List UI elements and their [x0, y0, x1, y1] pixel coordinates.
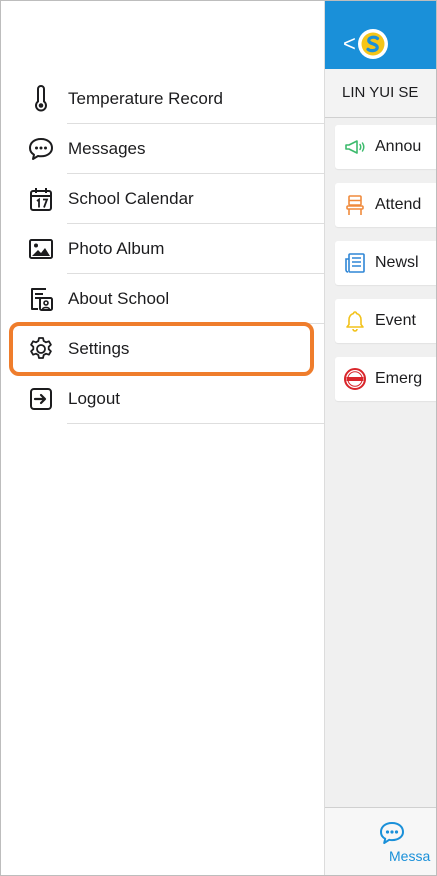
- module-newsletter[interactable]: Newsl: [335, 241, 436, 285]
- module-label: Event: [375, 312, 416, 329]
- app-window: Temperature Record Messages School Calen…: [0, 0, 437, 876]
- menu-item-photo-album[interactable]: Photo Album: [1, 224, 324, 274]
- messages-tab-icon[interactable]: [377, 818, 407, 848]
- school-name-bar: LIN YUI SE: [325, 69, 436, 118]
- newsletter-icon: [343, 251, 367, 275]
- menu-item-label: School Calendar: [68, 189, 194, 208]
- module-label: Annou: [375, 138, 422, 155]
- module-event[interactable]: Event: [335, 299, 436, 343]
- module-label: Newsl: [375, 254, 419, 271]
- module-list: Annou Attend Newsl Event Emerg: [335, 125, 436, 415]
- bell-icon: [343, 309, 367, 333]
- thermometer-icon: [27, 85, 55, 113]
- logout-icon: [27, 385, 55, 413]
- menu-item-label: Logout: [68, 389, 120, 408]
- side-drawer: Temperature Record Messages School Calen…: [1, 1, 324, 875]
- drawer-menu: Temperature Record Messages School Calen…: [1, 74, 324, 424]
- school-name: LIN YUI SE: [342, 84, 419, 101]
- chat-bubble-icon: [27, 135, 55, 163]
- app-logo-icon: [358, 29, 388, 59]
- menu-item-label: Temperature Record: [68, 89, 223, 108]
- menu-item-label: Messages: [68, 139, 146, 158]
- photo-icon: [27, 235, 55, 263]
- megaphone-icon: [343, 135, 367, 159]
- menu-item-settings[interactable]: Settings: [1, 324, 324, 374]
- bottom-tab-bar: Messa: [325, 807, 436, 875]
- menu-item-messages[interactable]: Messages: [1, 124, 324, 174]
- module-attendance[interactable]: Attend: [335, 183, 436, 227]
- module-label: Attend: [375, 196, 422, 213]
- menu-item-temperature-record[interactable]: Temperature Record: [1, 74, 324, 124]
- module-label: Emerg: [375, 370, 423, 387]
- chair-icon: [343, 193, 367, 217]
- main-content: < LIN YUI SE Annou Attend Newsl Event Em…: [324, 1, 436, 875]
- menu-item-logout[interactable]: Logout: [1, 374, 324, 424]
- back-button[interactable]: <: [343, 33, 356, 55]
- profile-card-icon: [27, 285, 55, 313]
- divider: [67, 423, 324, 424]
- urgent-stamp-icon: [343, 367, 367, 391]
- menu-item-about-school[interactable]: About School: [1, 274, 324, 324]
- top-bar: <: [325, 1, 436, 69]
- module-announcements[interactable]: Annou: [335, 125, 436, 169]
- gear-icon: [27, 335, 55, 363]
- menu-item-label: About School: [68, 289, 170, 308]
- calendar-icon: [27, 185, 55, 213]
- menu-item-school-calendar[interactable]: School Calendar: [1, 174, 324, 224]
- module-emergency[interactable]: Emerg: [335, 357, 436, 401]
- menu-item-label: Photo Album: [68, 239, 165, 258]
- menu-item-label: Settings: [68, 339, 130, 358]
- tab-messages-label[interactable]: Messa: [389, 848, 430, 864]
